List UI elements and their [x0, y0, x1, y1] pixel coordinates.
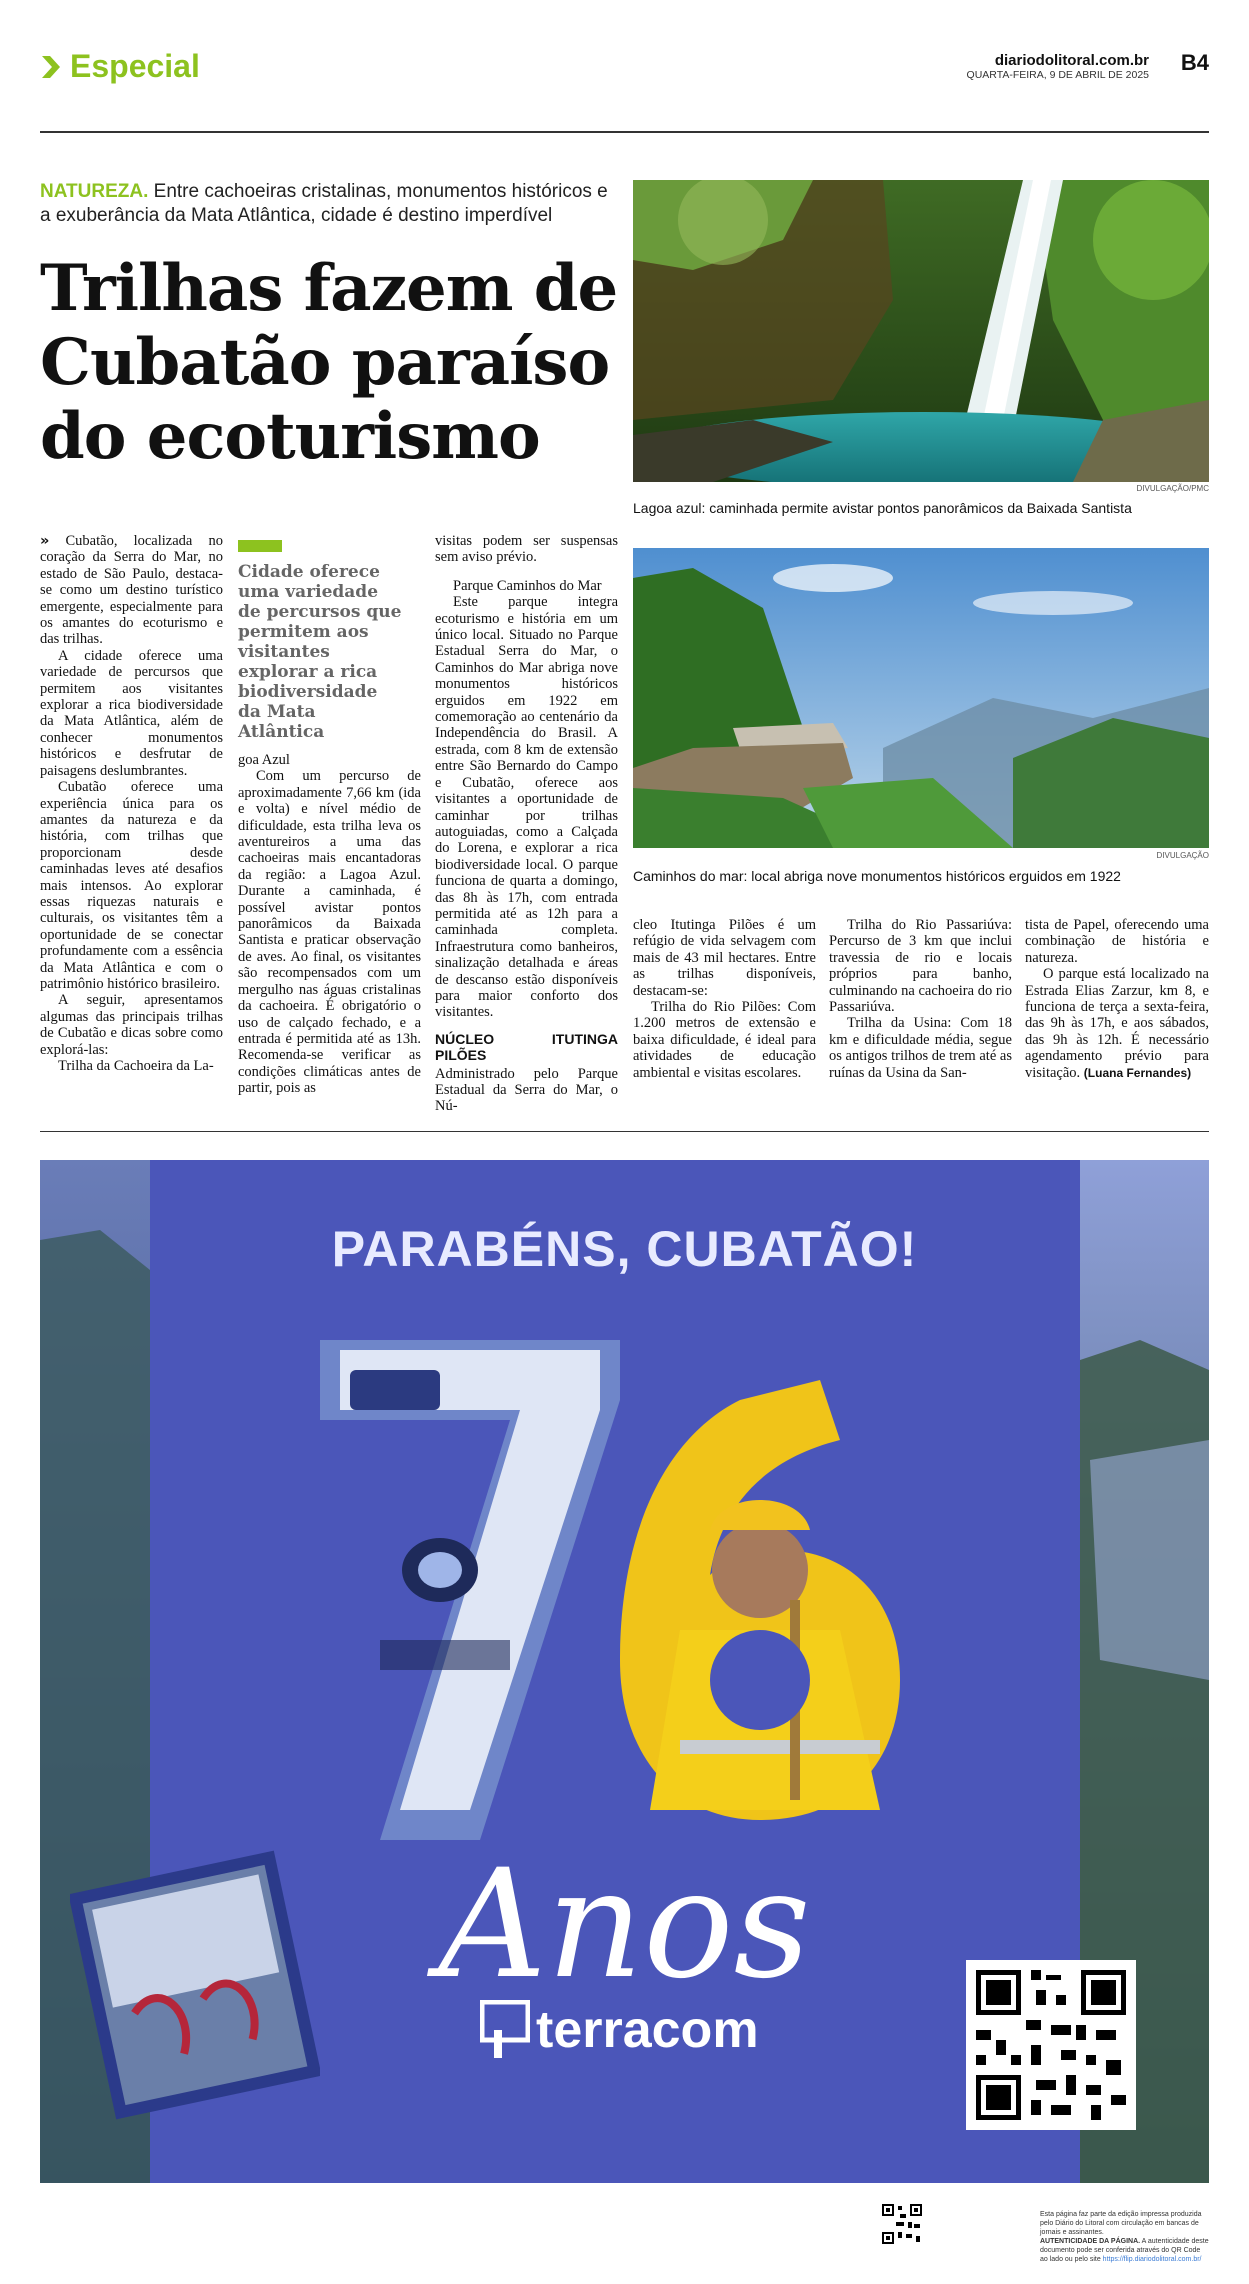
paragraph: A cidade oferece uma variedade de percur…	[40, 647, 223, 779]
ad-qr-code[interactable]	[966, 1960, 1136, 2130]
footer-auth: AUTENTICIDADE DA PÁGINA. A autenticidade…	[1040, 2238, 1209, 2263]
pullquote: Cidade oferece uma variedade de percurso…	[238, 562, 402, 742]
article-column-6: tista de Papel, oferecendo uma combinaçã…	[1025, 917, 1209, 1081]
article-column-5: Trilha do Rio Passariúva: Percurso de 3 …	[829, 917, 1012, 1081]
lead-paragraph: » Cubatão, localizada no coração da Serr…	[40, 533, 223, 648]
pullquote-bar	[238, 540, 282, 552]
footer-authenticity-note: Esta página faz parte da edição impressa…	[1040, 2210, 1210, 2264]
mountain-road-image	[633, 548, 1209, 848]
qr-code-icon	[882, 2204, 922, 2244]
waterfall-photo	[633, 180, 1209, 482]
header-divider	[40, 131, 1209, 133]
qr-code-icon	[976, 1970, 1126, 2120]
paragraph: Trilha da Usina: Com 18 km e dificuldade…	[829, 1015, 1012, 1081]
paragraph: O parque está localizado na Estrada Elia…	[1025, 966, 1209, 1081]
article-column-2: goa Azul Com um percurso de aproximadame…	[238, 752, 421, 1097]
chevron-bullet-icon: »	[40, 533, 50, 549]
paragraph: Trilha do Rio Passariúva: Percurso de 3 …	[829, 917, 1012, 1016]
photo2-credit: DIVULGAÇÃO	[1156, 851, 1209, 860]
section-tag: Especial	[40, 48, 200, 85]
article-column-1: » Cubatão, localizada no coração da Serr…	[40, 533, 223, 1074]
section-label: Especial	[70, 48, 200, 84]
photo2-caption: Caminhos do mar: local abriga nove monum…	[633, 868, 1121, 884]
paragraph: Trilha da Cachoeira da La-	[58, 1058, 214, 1074]
paragraph: tista de Papel, oferecendo uma combinaçã…	[1025, 917, 1209, 966]
paragraph: goa Azul	[238, 752, 290, 768]
ad-headline: PARABÉNS, CUBATÃO!	[331, 1221, 918, 1277]
kicker-label: NATUREZA.	[40, 181, 149, 202]
subhead-nucleo: NÚCLEO ITUTINGA PILÕES	[435, 1030, 618, 1064]
article-divider	[40, 1131, 1209, 1132]
photo1-caption: Lagoa azul: caminhada permite avistar po…	[633, 500, 1132, 516]
paragraph: A seguir, apresentamos algumas das princ…	[40, 992, 223, 1058]
photo1-credit: DIVULGAÇÃO/PMC	[1136, 484, 1209, 493]
chevron-right-icon	[42, 55, 60, 78]
paragraph: Com um percurso de aproximadamente 7,66 …	[238, 768, 421, 1097]
anniversary-number-graphic	[320, 1340, 900, 1840]
kicker: NATUREZA. Entre cachoeiras cristalinas, …	[40, 180, 620, 228]
brand-name: terracom	[536, 2001, 759, 2059]
article-column-3: visitas podem ser suspensas sem aviso pr…	[435, 533, 618, 1115]
road-photo	[633, 548, 1209, 848]
paragraph: cleo Itutinga Pilões é um refúgio de vid…	[633, 917, 816, 999]
stamp-photo	[70, 1850, 320, 2120]
paragraph: Trilha do Rio Pilões: Com 1.200 metros d…	[633, 999, 816, 1081]
terracom-advertisement[interactable]: PARABÉNS, CUBATÃO! Anos terracom	[40, 1160, 1209, 2183]
paragraph: visitas podem ser suspensas sem aviso pr…	[435, 533, 618, 566]
paragraph: Cubatão oferece uma experiência única pa…	[40, 779, 223, 992]
footer-line: Esta página faz parte da edição impressa…	[1040, 2211, 1202, 2236]
paragraph: Administrado pelo Parque Estadual da Ser…	[435, 1065, 618, 1115]
terracom-logo: terracom	[480, 2000, 759, 2060]
page-number: B4	[1180, 50, 1209, 75]
article-column-4: cleo Itutinga Pilões é um refúgio de vid…	[633, 917, 816, 1081]
edition-date: QUARTA-FEIRA, 9 DE ABRIL DE 2025	[966, 69, 1149, 81]
footer-qr-code[interactable]	[882, 2204, 922, 2244]
terracom-logo-icon	[480, 2000, 530, 2058]
waterfall-image	[633, 180, 1209, 482]
paragraph: Parque Caminhos do Mar	[453, 577, 602, 594]
headline: Trilhas fazem de Cubatão paraíso do ecot…	[40, 251, 618, 474]
masthead-info: diariodolitoral.com.br QUARTA-FEIRA, 9 D…	[967, 52, 1149, 81]
site-url[interactable]: diariodolitoral.com.br	[967, 52, 1149, 69]
footer-url[interactable]: https://flip.diariodolitoral.com.br/	[1103, 2256, 1202, 2263]
author-signature: (Luana Fernandes)	[1083, 1065, 1192, 1080]
paragraph: Este parque integra ecoturismo e históri…	[435, 594, 618, 1021]
